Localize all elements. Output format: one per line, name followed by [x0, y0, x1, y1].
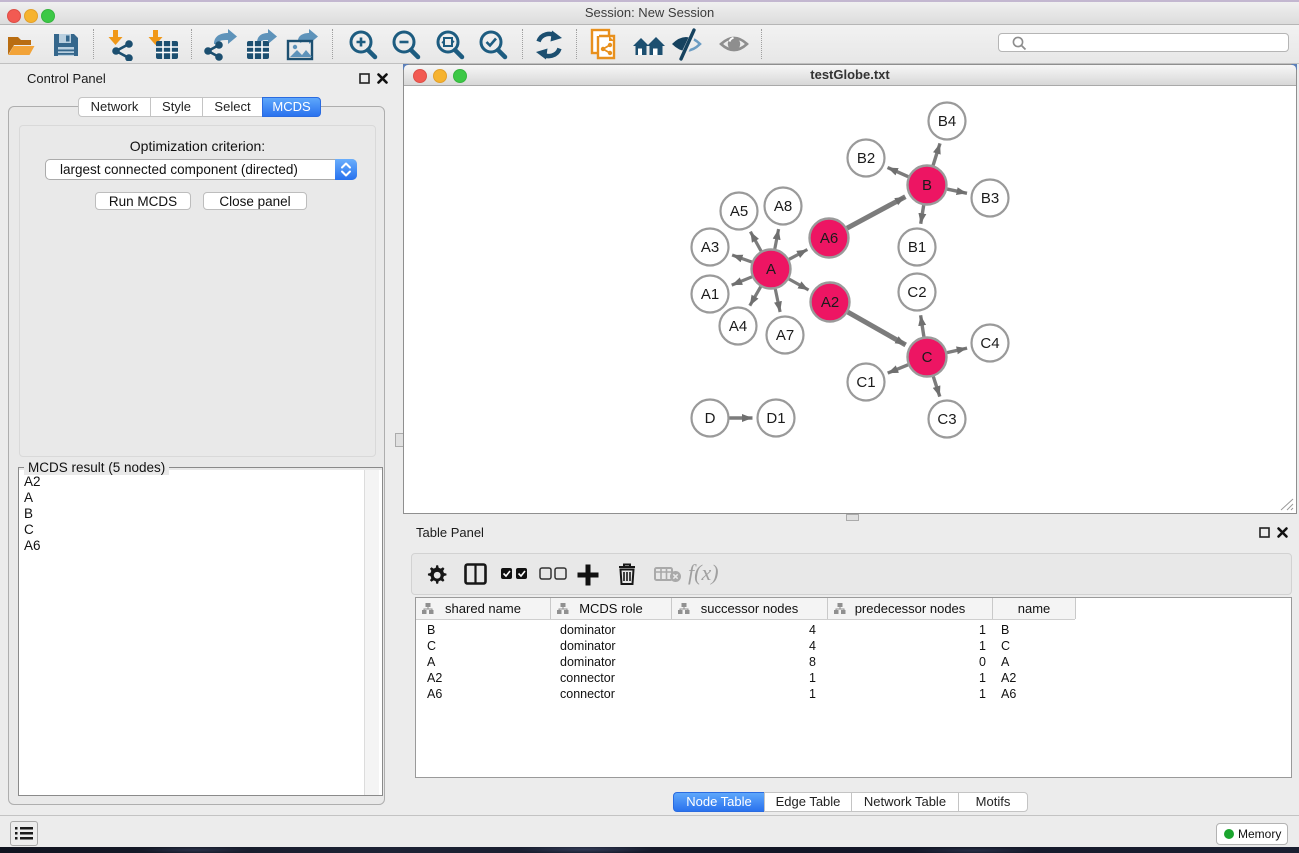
svg-text:B: B: [922, 177, 932, 194]
svg-text:A5: A5: [730, 203, 748, 220]
svg-text:A2: A2: [821, 294, 839, 311]
svg-text:B2: B2: [857, 150, 875, 167]
svg-text:C2: C2: [907, 284, 926, 301]
svg-text:A3: A3: [701, 239, 719, 256]
svg-text:B3: B3: [981, 190, 999, 207]
svg-text:A: A: [766, 261, 776, 278]
svg-text:B4: B4: [938, 113, 956, 130]
svg-text:A8: A8: [774, 198, 792, 215]
svg-text:D: D: [705, 410, 716, 427]
svg-text:A7: A7: [776, 327, 794, 344]
svg-text:B1: B1: [908, 239, 926, 256]
svg-text:C: C: [922, 349, 933, 366]
svg-text:A6: A6: [820, 230, 838, 247]
svg-text:C4: C4: [980, 335, 999, 352]
svg-text:C1: C1: [856, 374, 875, 391]
svg-text:A4: A4: [729, 318, 747, 335]
svg-text:C3: C3: [937, 411, 956, 428]
svg-text:A1: A1: [701, 286, 719, 303]
svg-text:D1: D1: [766, 410, 785, 427]
